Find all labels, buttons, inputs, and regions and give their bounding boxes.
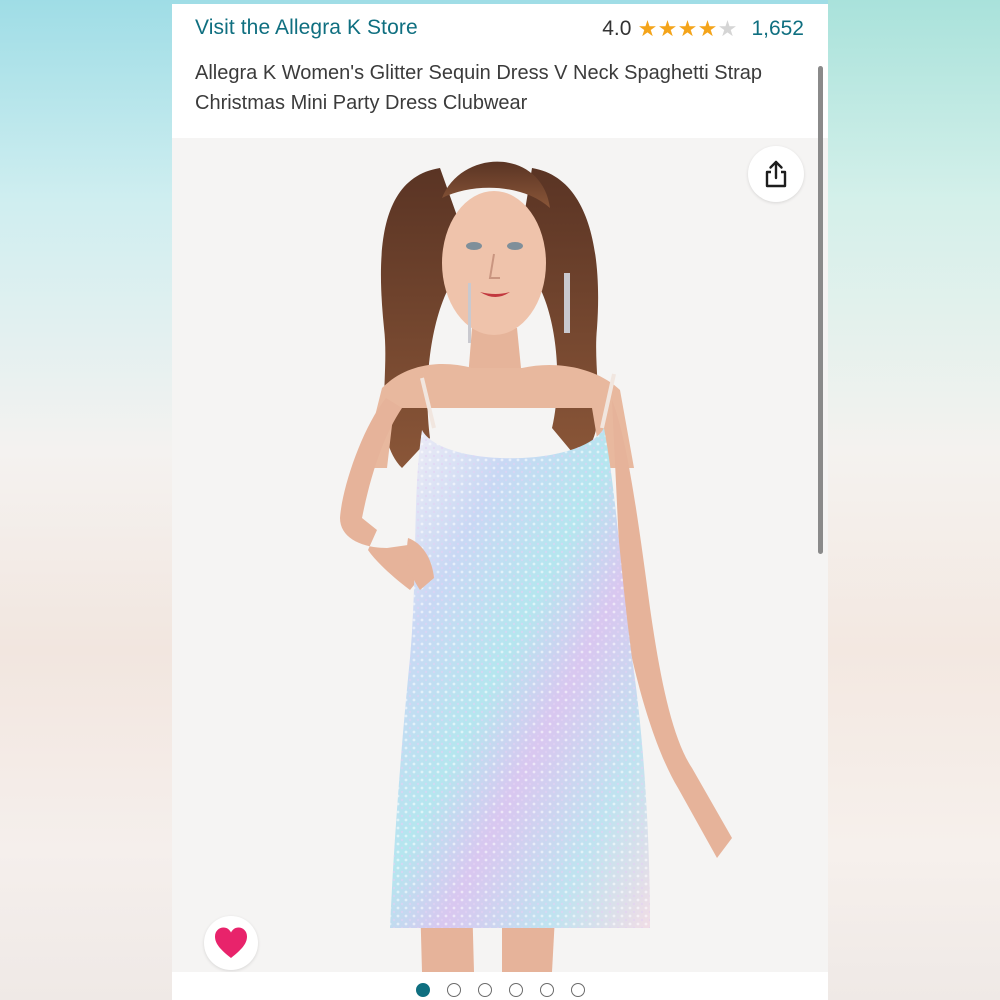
carousel-dot[interactable] xyxy=(477,983,492,997)
star-rating: ★ ★ ★ ★ ★ xyxy=(637,16,738,41)
background-right xyxy=(828,0,1000,1000)
store-link[interactable]: Visit the Allegra K Store xyxy=(195,16,418,40)
product-photo xyxy=(172,138,828,972)
star-icon: ★ xyxy=(697,16,718,41)
rating-value: 4.0 xyxy=(602,17,632,40)
carousel-dot[interactable] xyxy=(415,983,430,997)
heart-icon xyxy=(215,927,247,958)
share-icon xyxy=(765,160,787,188)
carousel-dot[interactable] xyxy=(539,983,554,997)
star-icon: ★ xyxy=(637,16,658,41)
star-icon: ★ xyxy=(657,16,678,41)
review-count-link[interactable]: 1,652 xyxy=(751,17,804,41)
product-image-carousel[interactable] xyxy=(172,138,828,972)
rating-summary[interactable]: 4.0 ★ ★ ★ ★ ★ 1,652 xyxy=(602,16,804,42)
carousel-dot[interactable] xyxy=(570,983,585,997)
star-empty-icon: ★ xyxy=(717,16,738,41)
carousel-dot[interactable] xyxy=(508,983,523,997)
share-button[interactable] xyxy=(748,146,804,202)
product-title: Allegra K Women's Glitter Sequin Dress V… xyxy=(195,62,763,114)
favorite-button[interactable] xyxy=(204,916,258,970)
product-header: Visit the Allegra K Store 4.0 ★ ★ ★ ★ ★ … xyxy=(172,4,828,138)
background-left xyxy=(0,0,172,1000)
carousel-pagination xyxy=(172,980,828,1000)
product-page: Visit the Allegra K Store 4.0 ★ ★ ★ ★ ★ … xyxy=(172,4,828,1000)
scrollbar[interactable] xyxy=(818,66,823,554)
star-icon: ★ xyxy=(677,16,698,41)
carousel-dot[interactable] xyxy=(446,983,461,997)
